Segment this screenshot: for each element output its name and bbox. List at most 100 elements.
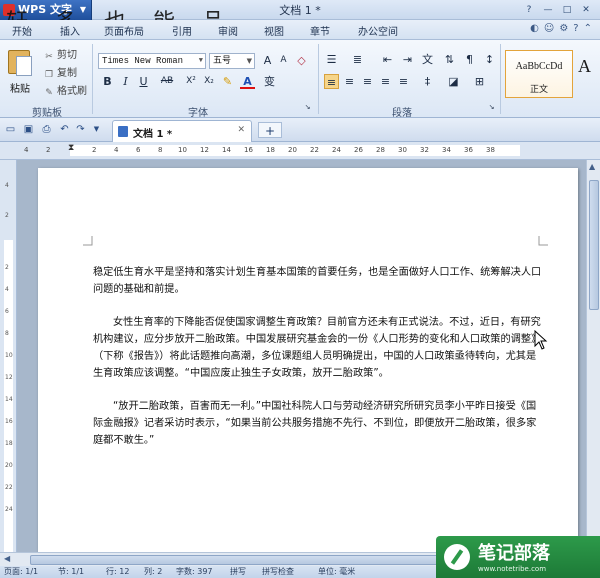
redo-icon[interactable]: ↷ xyxy=(74,123,87,136)
superscript-button[interactable]: X² xyxy=(182,74,200,89)
crop-mark xyxy=(83,236,93,246)
status-spellcheck[interactable]: 拼写检查 xyxy=(262,566,294,578)
vertical-scrollbar[interactable]: ▲ xyxy=(586,160,600,560)
underline-button[interactable]: U xyxy=(136,74,151,89)
ruler-tick: 20 xyxy=(288,146,297,154)
cut-button[interactable]: ✂ 剪切 xyxy=(44,46,77,62)
ruler-tick: 22 xyxy=(310,146,319,154)
user-icon[interactable]: ☺ xyxy=(544,23,554,34)
help-icon[interactable]: ? xyxy=(521,3,537,17)
highlight-icon[interactable]: ✎ xyxy=(220,74,235,89)
scroll-up-icon[interactable]: ▲ xyxy=(589,162,595,171)
paragraph-dialog-launcher-icon[interactable]: ↘ xyxy=(484,100,499,115)
skin-icon[interactable]: ◐ xyxy=(530,23,539,34)
indent-marker-icon[interactable]: ⧗ xyxy=(68,143,74,153)
clear-format-icon[interactable]: ◇ xyxy=(294,53,309,68)
bullet-list-icon[interactable]: ☰ xyxy=(324,52,339,67)
tab-page-layout[interactable]: 页面布局 xyxy=(104,23,144,38)
close-tab-icon[interactable]: ✕ xyxy=(237,125,245,135)
line-spacing-icon[interactable]: ↕ xyxy=(482,52,497,67)
ruler-tick: 14 xyxy=(222,146,231,154)
open-folder-icon[interactable]: ▭ xyxy=(4,123,17,136)
decrease-indent-icon[interactable]: ⇤ xyxy=(380,52,395,67)
paragraph-1: 稳定低生育水平是坚持和落实计划生育基本国策的首要任务，也是全面做好人口工作、统筹… xyxy=(93,267,542,295)
font-dialog-launcher-icon[interactable]: ↘ xyxy=(300,100,315,115)
status-unit[interactable]: 单位: 毫米 xyxy=(318,566,355,578)
ruler-tick: 18 xyxy=(266,146,275,154)
watermark-badge: 笔记部落 www.notetribe.com xyxy=(436,536,600,578)
horizontal-ruler[interactable]: 4 2 2 4 6 8 10 12 14 16 18 20 22 24 26 2… xyxy=(0,142,600,160)
tab-view[interactable]: 视图 xyxy=(264,23,284,38)
app-name: WPS 文字 xyxy=(18,3,72,16)
copy-button[interactable]: ❐ 复制 xyxy=(44,64,77,80)
phonetic-button[interactable]: 变 xyxy=(262,74,277,89)
grow-font-icon[interactable]: A xyxy=(260,53,275,68)
shrink-font-icon[interactable]: A xyxy=(276,53,291,68)
sort-icon[interactable]: ⇅ xyxy=(442,52,457,67)
ruler-tick: 8 xyxy=(5,330,9,337)
subscript-button[interactable]: X₂ xyxy=(200,74,218,89)
font-color-button[interactable]: A xyxy=(240,74,255,89)
document-body[interactable]: 稳定低生育水平是坚持和落实计划生育基本国策的首要任务，也是全面做好人口工作、统筹… xyxy=(93,264,543,465)
style-next[interactable]: A xyxy=(578,56,591,77)
help-circle-icon[interactable]: ? xyxy=(573,23,578,34)
align-center-icon[interactable]: ≡ xyxy=(342,74,357,89)
format-painter-button[interactable]: ✎ 格式刷 xyxy=(44,82,87,98)
wps-menu-button[interactable]: WPS 文字 ▼ xyxy=(0,0,92,20)
close-icon[interactable]: ✕ xyxy=(578,3,594,17)
font-name-select[interactable]: Times New Roman ▼ xyxy=(98,53,206,69)
justify-icon[interactable]: ≡ xyxy=(378,74,393,89)
collapse-icon[interactable]: ⌃ xyxy=(584,23,592,34)
undo-icon[interactable]: ↶ xyxy=(58,123,71,136)
window-controls: ? — □ ✕ xyxy=(521,3,594,17)
minimize-icon[interactable]: — xyxy=(540,3,556,17)
new-tab-button[interactable]: + xyxy=(258,122,282,138)
vertical-ruler[interactable]: 4 2 2 4 6 8 10 12 14 16 18 20 22 24 xyxy=(0,160,17,560)
align-left-icon[interactable]: ≡ xyxy=(324,74,339,89)
distribute-icon[interactable]: ≡ xyxy=(396,74,411,89)
font-size-select[interactable]: 五号 ▼ xyxy=(209,53,255,69)
italic-button[interactable]: I xyxy=(118,74,133,89)
style-normal[interactable]: AaBbCcDd 正文 xyxy=(505,50,573,98)
scroll-thumb[interactable] xyxy=(589,180,599,310)
bold-button[interactable]: B xyxy=(100,74,115,89)
doc-tab-active[interactable]: 文档 1 * ✕ xyxy=(112,120,252,142)
tab-review[interactable]: 审阅 xyxy=(218,23,238,38)
border-icon[interactable]: ⊞ xyxy=(472,74,487,89)
tab-home[interactable]: 开始 xyxy=(12,23,32,38)
ruler-tick: 6 xyxy=(5,308,9,315)
number-list-icon[interactable]: ≣ xyxy=(350,52,365,67)
ruler-tick: 28 xyxy=(376,146,385,154)
document-page[interactable]: 稳定低生育水平是坚持和落实计划生育基本国策的首要任务，也是全面做好人口工作、统筹… xyxy=(38,168,578,568)
status-col: 列: 2 xyxy=(144,567,163,576)
show-marks-icon[interactable]: ¶ xyxy=(462,52,477,67)
brush-icon: ✎ xyxy=(45,88,53,98)
print-icon[interactable]: ⎙ xyxy=(40,123,53,136)
font-group-label: 字体 xyxy=(188,108,208,119)
shading-icon[interactable]: ◪ xyxy=(446,74,461,89)
tab-references[interactable]: 引用 xyxy=(172,23,192,38)
chinese-layout-icon[interactable]: 文 xyxy=(420,52,435,67)
chevron-down-icon: ▼ xyxy=(246,57,252,65)
paste-label: 粘贴 xyxy=(10,84,30,95)
menu-tabs: 开始 插入 页面布局 引用 审阅 视图 章节 办公空间 ◐ ☺ ⚙ ? ⌃ xyxy=(0,20,600,40)
increase-indent-icon[interactable]: ⇥ xyxy=(400,52,415,67)
align-right-icon[interactable]: ≡ xyxy=(360,74,375,89)
tab-sections[interactable]: 章节 xyxy=(310,23,330,38)
title-bar: WPS 文字 ▼ 文档 1 * 轩 多 也 能 品 ? — □ ✕ xyxy=(0,0,600,35)
tab-office-space[interactable]: 办公空间 xyxy=(358,23,398,38)
save-icon[interactable]: ▣ xyxy=(22,123,35,136)
ruler-tick: 14 xyxy=(5,396,13,403)
settings-icon[interactable]: ⚙ xyxy=(559,23,568,34)
maximize-icon[interactable]: □ xyxy=(559,3,575,17)
paste-button[interactable] xyxy=(6,46,34,76)
scroll-left-icon[interactable]: ◀ xyxy=(4,554,10,563)
tab-insert[interactable]: 插入 xyxy=(60,23,80,38)
customize-icon[interactable]: ▼ xyxy=(90,123,103,136)
spacing-icon[interactable]: ‡ xyxy=(420,74,435,89)
ruler-tick: 2 xyxy=(5,264,9,271)
status-spell[interactable]: 拼写 xyxy=(230,566,246,578)
strikethrough-button[interactable]: AB xyxy=(156,74,178,89)
chevron-down-icon: ▼ xyxy=(198,57,203,65)
ruler-tick: 20 xyxy=(5,462,13,469)
